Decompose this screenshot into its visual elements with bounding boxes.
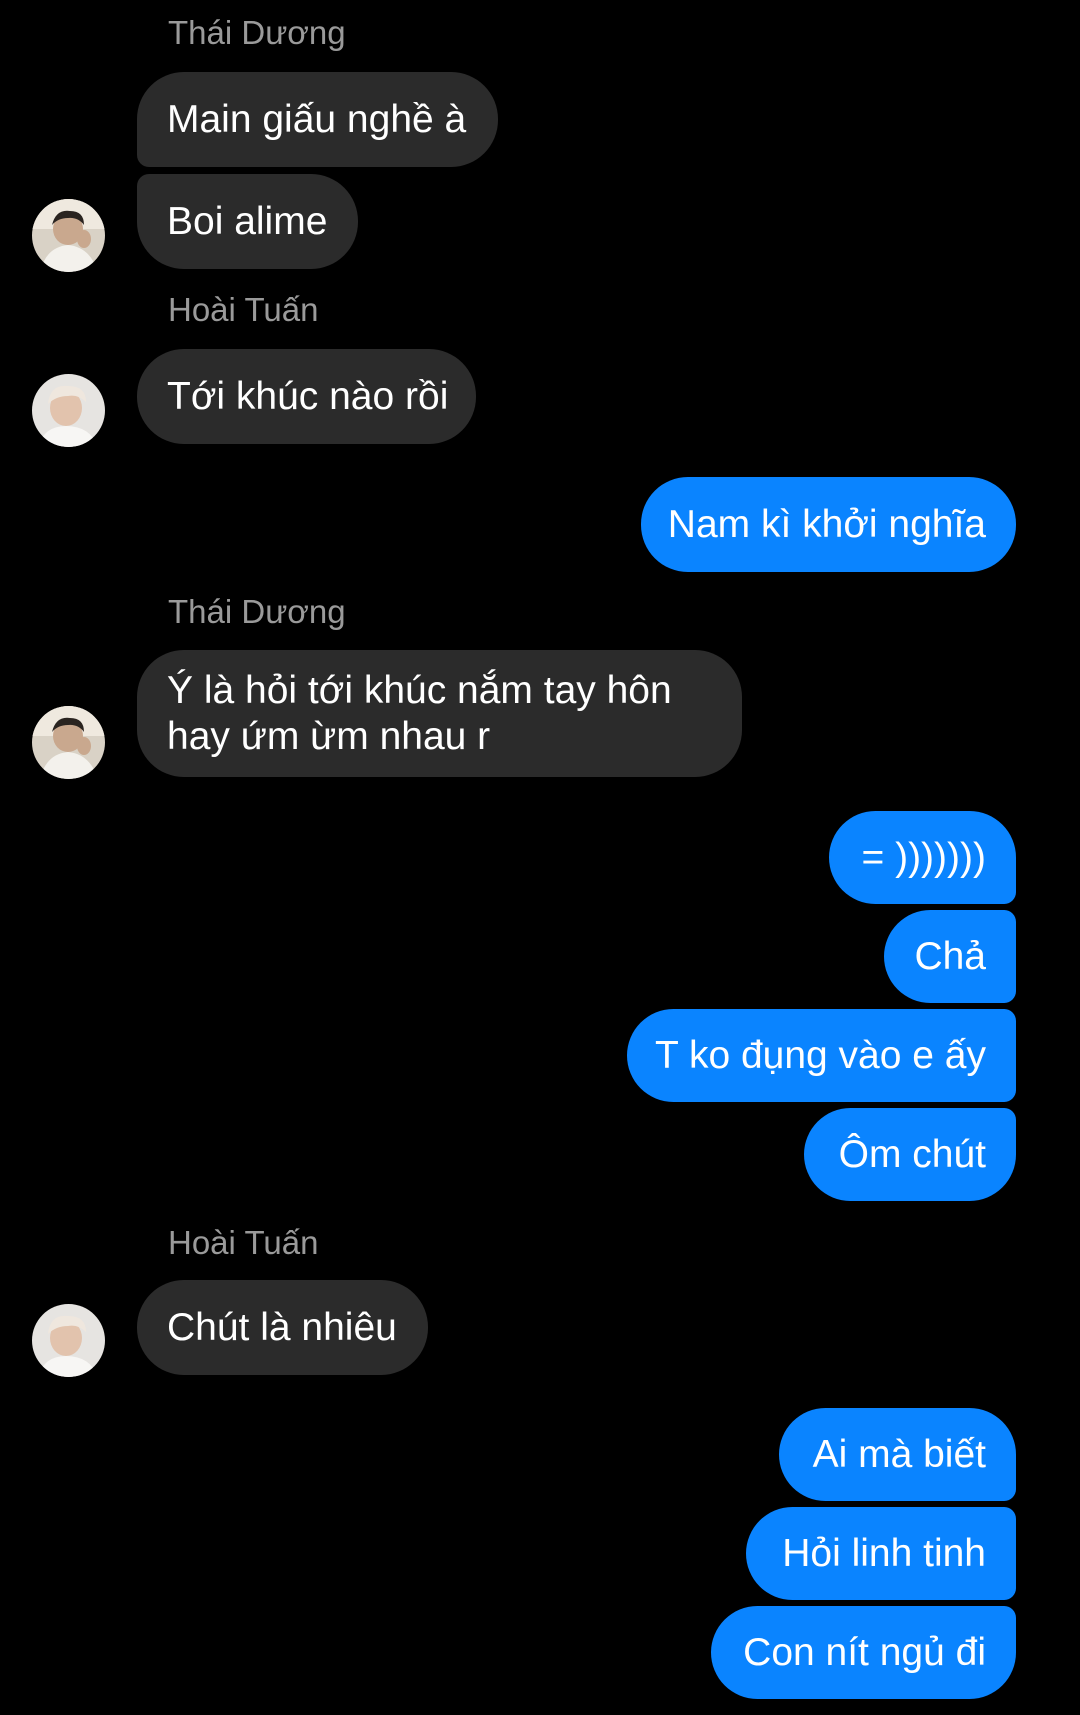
avatar-hoai-tuan[interactable] (32, 1304, 105, 1377)
outgoing-message[interactable]: Con nít ngủ đi (711, 1606, 1016, 1699)
outgoing-message[interactable]: = ))))))) (829, 811, 1016, 904)
avatar-hoai-tuan[interactable] (32, 374, 105, 447)
outgoing-message[interactable]: Ôm chút (804, 1108, 1016, 1201)
incoming-message[interactable]: Boi alime (137, 174, 358, 269)
avatar-image (32, 374, 105, 447)
incoming-message[interactable]: Chút là nhiêu (137, 1280, 428, 1375)
avatar-image (32, 199, 105, 272)
outgoing-message[interactable]: Hỏi linh tinh (746, 1507, 1016, 1600)
sender-name: Thái Dương (168, 14, 346, 51)
incoming-message[interactable]: Ý là hỏi tới khúc nắm tay hôn hay ứm ừm … (137, 650, 742, 777)
incoming-message[interactable]: Tới khúc nào rồi (137, 349, 476, 444)
avatar-image (32, 706, 105, 779)
outgoing-message[interactable]: T ko đụng vào e ấy (627, 1009, 1016, 1102)
sender-name: Hoài Tuấn (168, 1224, 319, 1261)
avatar-thai-duong[interactable] (32, 199, 105, 272)
sender-name: Hoài Tuấn (168, 291, 319, 328)
avatar-image (32, 1304, 105, 1377)
incoming-message[interactable]: Main giấu nghề à (137, 72, 498, 167)
outgoing-message[interactable]: Ai mà biết (779, 1408, 1016, 1501)
sender-name: Thái Dương (168, 593, 346, 630)
outgoing-message[interactable]: Nam kì khởi nghĩa (641, 477, 1016, 572)
avatar-thai-duong[interactable] (32, 706, 105, 779)
outgoing-message[interactable]: Chả (884, 910, 1016, 1003)
